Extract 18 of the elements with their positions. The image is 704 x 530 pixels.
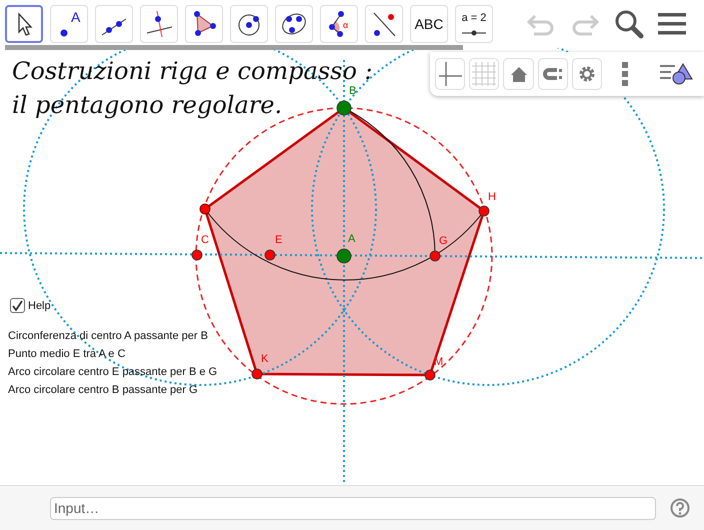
help-label: Help <box>28 300 51 312</box>
point-label: C <box>201 234 209 246</box>
input-field[interactable]: Input… <box>50 496 656 520</box>
step-text: Circonferenza di centro A passante per B <box>8 329 209 344</box>
title-text: il pentagono regolare. <box>12 90 282 121</box>
point-label: G <box>439 235 448 247</box>
point-label: A <box>348 233 356 245</box>
step-text: Punto medio E tra A e C <box>8 347 126 362</box>
title-text: Costruzioni riga e compasso : <box>12 56 373 86</box>
point-label: E <box>275 234 282 246</box>
slider-tool-button[interactable]: a = 2 <box>455 5 493 43</box>
point-label: B <box>349 85 356 97</box>
point-label: H <box>488 191 496 203</box>
angle-tool-button[interactable]: α <box>320 5 358 43</box>
text-tool-button[interactable]: ABC <box>410 5 448 43</box>
point-tool-button[interactable]: A <box>50 5 88 43</box>
step-text: Arco circolare centro B passante per G <box>8 383 199 398</box>
point-label: K <box>261 353 268 365</box>
